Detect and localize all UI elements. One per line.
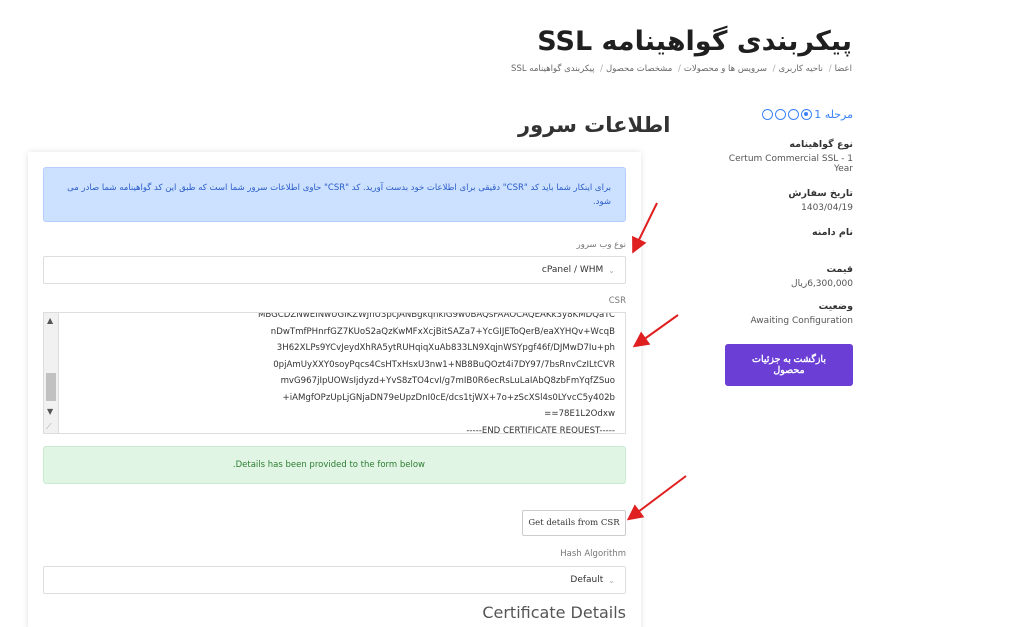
step-label: مرحله 1 xyxy=(814,108,853,121)
breadcrumb-item-client-area[interactable]: ناحیه کاربری xyxy=(779,64,823,74)
domain-label: نام دامنه xyxy=(811,227,853,238)
get-details-from-csr-button[interactable]: Get details from CSR xyxy=(522,510,626,536)
scroll-down-icon[interactable]: ▼ xyxy=(47,407,53,416)
server-type-select[interactable]: cPanel / WHM ⌄ xyxy=(43,256,626,284)
step-indicator: مرحله 1 xyxy=(718,108,853,121)
breadcrumb-item-product-details[interactable]: مشخصات محصول xyxy=(606,64,672,74)
breadcrumb: اعضا/ ناحیه کاربری/ سرویس ها و محصولات/ … xyxy=(511,64,852,74)
server-info-card: برای اینکار شما باید کد "CSR" دقیقی برای… xyxy=(28,152,641,627)
success-alert: .Details has been provided to the form b… xyxy=(43,446,626,484)
breadcrumb-item-services[interactable]: سرویس ها و محصولات xyxy=(684,64,767,74)
status-value: Awaiting Configuration xyxy=(750,316,853,326)
chevron-down-icon: ⌄ xyxy=(608,575,615,585)
status-label: وضعیت xyxy=(818,301,853,312)
csr-textarea[interactable]: MBGCDZNwEINwUGIKZWJhU3pcJANBgkqhkiG9w0BA… xyxy=(43,312,626,434)
section-title: اطلاعات سرور xyxy=(518,113,671,137)
step-1-circle-icon xyxy=(801,109,813,120)
breadcrumb-item-current: پیکربندی گواهینامه SSL xyxy=(511,64,595,74)
order-date-label: تاریخ سفارش xyxy=(788,188,853,199)
csr-info-alert: برای اینکار شما باید کد "CSR" دقیقی برای… xyxy=(43,167,626,222)
certificate-details-title: Certificate Details xyxy=(482,603,626,622)
step-4-circle-icon xyxy=(762,109,774,120)
breadcrumb-item-members[interactable]: اعضا xyxy=(835,64,852,74)
order-date-value: 1403/04/19 xyxy=(801,203,853,213)
step-3-circle-icon xyxy=(775,109,787,120)
hash-algorithm-select[interactable]: Default ⌄ xyxy=(43,566,626,594)
price-label: قیمت xyxy=(826,264,853,275)
csr-label: CSR xyxy=(608,296,626,306)
csr-scrollbar[interactable]: ▲ ▼ ⟋ xyxy=(44,313,59,433)
server-type-label: نوع وب سرور xyxy=(576,240,626,250)
hash-algorithm-value: Default xyxy=(570,575,604,585)
cert-type-value: Certum Commercial SSL - 1 Year xyxy=(728,154,853,174)
server-type-value: cPanel / WHM xyxy=(541,265,604,275)
scroll-up-icon[interactable]: ▲ xyxy=(47,316,53,325)
sidebar: مرحله 1 نوع گواهینامه Certum Commercial … xyxy=(718,108,853,386)
resize-grip-icon[interactable]: ⟋ xyxy=(46,422,52,432)
scroll-thumb[interactable] xyxy=(46,373,56,401)
hash-algorithm-label: Hash Algorithm xyxy=(560,549,626,559)
price-value: 6,300,000ریال xyxy=(791,279,853,289)
step-2-circle-icon xyxy=(788,109,800,120)
cert-type-label: نوع گواهینامه xyxy=(789,139,853,150)
arrow-csr xyxy=(632,314,679,348)
csr-text: MBGCDZNwEINwUGIKZWJhU3pcJANBgkqhkiG9w0BA… xyxy=(257,312,615,434)
page-title: پیکربندی گواهینامه SSL xyxy=(537,26,852,57)
back-to-product-button[interactable]: بازگشت به جزئیات محصول xyxy=(725,344,853,386)
chevron-down-icon: ⌄ xyxy=(608,265,615,275)
